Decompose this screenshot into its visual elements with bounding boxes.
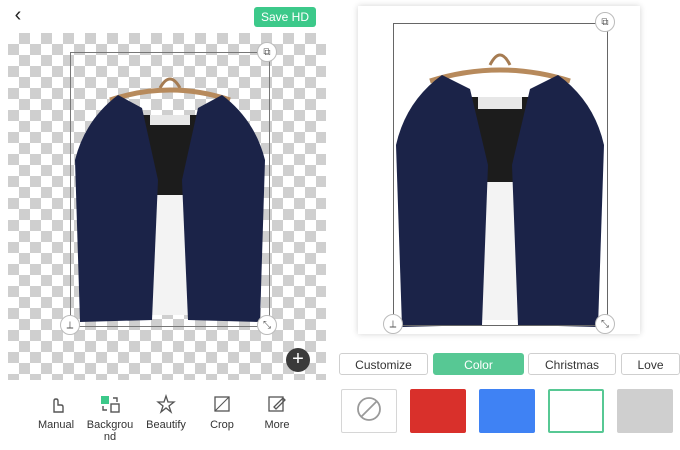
swatch-none[interactable] — [341, 389, 397, 433]
no-color-icon — [355, 395, 383, 428]
swatch-gray[interactable] — [617, 389, 673, 433]
background-swap-icon — [98, 393, 122, 415]
tool-manual[interactable]: Manual — [28, 393, 84, 431]
hand-pointer-icon — [44, 393, 68, 415]
duplicate-icon[interactable]: ⧉ — [595, 12, 615, 32]
flip-icon[interactable]: ⟂ — [383, 314, 403, 334]
resize-icon[interactable]: ⤡ — [595, 314, 615, 334]
star-sparkle-icon — [154, 393, 178, 415]
tab-love[interactable]: Love — [621, 353, 680, 375]
swatch-white-selected[interactable] — [548, 389, 604, 433]
add-icon[interactable]: + — [286, 348, 310, 372]
swatch-red[interactable] — [410, 389, 466, 433]
crop-icon — [210, 393, 234, 415]
resize-icon[interactable]: ⤡ — [257, 315, 277, 335]
tab-christmas[interactable]: Christmas — [528, 353, 616, 375]
tool-crop[interactable]: Crop — [194, 393, 250, 431]
tool-label: Backgrou nd — [86, 419, 134, 443]
flip-icon[interactable]: ⟂ — [60, 315, 80, 335]
swatch-blue[interactable] — [479, 389, 535, 433]
tool-background[interactable]: Backgrou nd — [82, 393, 138, 443]
tool-more[interactable]: More — [249, 393, 305, 431]
tool-label: Crop — [210, 419, 234, 431]
tab-color[interactable]: Color — [433, 353, 524, 375]
save-hd-button[interactable]: Save HD — [254, 7, 316, 27]
tool-beautify[interactable]: Beautify — [138, 393, 194, 431]
back-chevron-icon[interactable]: ‹ — [8, 5, 28, 26]
tool-label: More — [264, 419, 290, 431]
tool-label: Manual — [37, 419, 75, 431]
tab-customize[interactable]: Customize — [339, 353, 428, 375]
tool-label: Beautify — [146, 419, 186, 431]
selection-frame-right[interactable] — [393, 23, 608, 326]
edit-pencil-icon — [265, 393, 289, 415]
selection-frame-left[interactable] — [70, 52, 270, 327]
duplicate-icon[interactable]: ⧉ — [257, 42, 277, 62]
